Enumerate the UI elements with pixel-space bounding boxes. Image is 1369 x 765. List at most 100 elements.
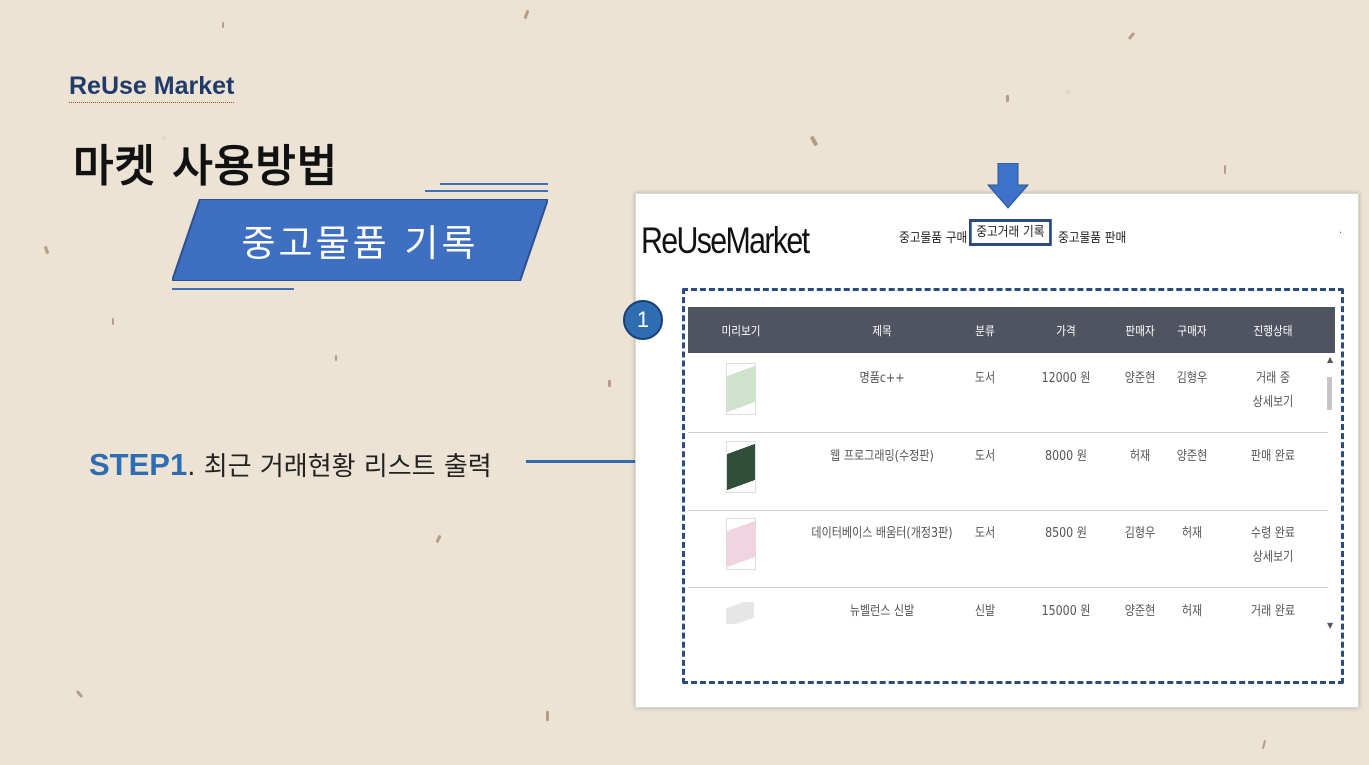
- cell-title[interactable]: 웹 프로그래밍(수정판): [807, 445, 957, 469]
- section-banner: 중고물품 기록: [172, 199, 548, 281]
- page-title: 마켓 사용방법: [73, 141, 339, 192]
- paper-speck: [809, 135, 819, 147]
- cell-seller: 허재: [1111, 445, 1169, 469]
- paper-speck: [1224, 165, 1226, 174]
- cell-title[interactable]: 데이터베이스 배움터(개정3판): [807, 522, 957, 546]
- banner-label: 중고물품 기록: [241, 222, 479, 265]
- status-text: 거래 중: [1255, 371, 1290, 386]
- cell-buyer: 김형우: [1168, 367, 1216, 391]
- deco-line-bottom: [172, 288, 294, 290]
- cell-category: 도서: [955, 367, 1015, 391]
- status-text: 판매 완료: [1250, 449, 1296, 464]
- col-title: 제목: [872, 323, 892, 338]
- scroll-down-icon[interactable]: ▼: [1327, 621, 1333, 630]
- price-text: 12000 원: [1041, 371, 1091, 386]
- paper-speck: [335, 355, 337, 361]
- cell-category: 도서: [955, 445, 1015, 469]
- table-row[interactable]: 웹 프로그래밍(수정판) 도서 8000 원 허재 양준현 판매 완료: [688, 433, 1328, 511]
- col-status: 진행상태: [1253, 323, 1293, 338]
- cell-buyer: 양준현: [1168, 445, 1216, 469]
- step-label: STEP1: [89, 447, 188, 482]
- cell-seller: 양준현: [1111, 367, 1169, 391]
- cell-price: 15000 원: [1032, 600, 1100, 624]
- status-text: 거래 완료: [1250, 604, 1296, 619]
- paper-speck: [1006, 95, 1009, 102]
- buyer-text: 허재: [1181, 604, 1203, 619]
- nav-history[interactable]: 중고거래 기록: [969, 219, 1052, 246]
- cell-price: 8000 원: [1032, 445, 1100, 469]
- thumbnail-image[interactable]: [726, 363, 756, 415]
- app-brand[interactable]: ReUseMarket: [641, 220, 810, 262]
- table-row[interactable]: 뉴벨런스 신발 신발 15000 원 양준현 허재 거래 완료: [688, 588, 1328, 665]
- cell-category: 신발: [955, 600, 1015, 624]
- cell-title[interactable]: 뉴벨런스 신발: [807, 600, 957, 624]
- buyer-text: 김형우: [1176, 371, 1208, 386]
- paper-speck: [608, 380, 611, 387]
- pointer-arrow-icon: [987, 163, 1029, 209]
- cell-status: 거래 중상세보기: [1239, 367, 1307, 415]
- nav-dot: ·: [1339, 228, 1343, 239]
- paper-speck: [546, 711, 549, 721]
- price-text: 15000 원: [1041, 604, 1091, 619]
- thumbnail-image[interactable]: [726, 602, 754, 624]
- category-text: 도서: [974, 526, 996, 541]
- seller-text: 양준현: [1124, 604, 1156, 619]
- paper-speck: [75, 689, 84, 699]
- paper-speck: [1261, 739, 1267, 750]
- paper-speck: [112, 318, 114, 325]
- cell-buyer: 허재: [1168, 600, 1216, 624]
- category-text: 신발: [974, 604, 996, 619]
- paper-speck: [1127, 31, 1136, 41]
- cell-buyer: 허재: [1168, 522, 1216, 546]
- seller-text: 양준현: [1124, 371, 1156, 386]
- status-text: 수령 완료: [1250, 526, 1296, 541]
- scroll-thumb[interactable]: [1327, 377, 1332, 410]
- title-text: 명품c++: [859, 371, 905, 386]
- title-text: 데이터베이스 배움터(개정3판): [811, 526, 953, 541]
- paper-speck: [523, 9, 530, 20]
- step-caption: STEP1. 최근 거래현황 리스트 출력: [89, 446, 492, 483]
- category-text: 도서: [974, 449, 996, 464]
- brand-logo: ReUse Market: [69, 72, 235, 103]
- title-text: 웹 프로그래밍(수정판): [830, 449, 934, 464]
- table-row[interactable]: 명품c++ 도서 12000 원 양준현 김형우 거래 중상세보기: [688, 355, 1328, 433]
- cell-title[interactable]: 명품c++: [807, 367, 957, 391]
- detail-link[interactable]: 상세보기: [1253, 550, 1294, 565]
- col-preview: 미리보기: [721, 323, 761, 338]
- cell-status: 수령 완료상세보기: [1239, 522, 1307, 570]
- cell-status: 판매 완료: [1239, 445, 1307, 469]
- paper-speck: [43, 245, 50, 255]
- price-text: 8500 원: [1045, 526, 1087, 541]
- col-buyer: 구매자: [1177, 323, 1207, 338]
- cell-seller: 양준현: [1111, 600, 1169, 624]
- cell-price: 8500 원: [1032, 522, 1100, 546]
- thumbnail-image[interactable]: [726, 518, 756, 570]
- title-text: 뉴벨런스 신발: [849, 604, 915, 619]
- col-seller: 판매자: [1125, 323, 1155, 338]
- deco-line-top-2: [425, 190, 548, 192]
- cell-category: 도서: [955, 522, 1015, 546]
- cell-status: 거래 완료: [1239, 600, 1307, 624]
- paper-speck: [435, 534, 442, 544]
- buyer-text: 양준현: [1176, 449, 1208, 464]
- step-number-badge: 1: [623, 300, 663, 340]
- nav-sell[interactable]: 중고물품 판매: [1058, 227, 1126, 246]
- col-price: 가격: [1056, 323, 1076, 338]
- seller-text: 김형우: [1124, 526, 1156, 541]
- price-text: 8000 원: [1045, 449, 1087, 464]
- col-category: 분류: [975, 323, 995, 338]
- thumbnail-image[interactable]: [726, 441, 756, 493]
- seller-text: 허재: [1129, 449, 1151, 464]
- scroll-up-icon[interactable]: ▲: [1327, 355, 1333, 364]
- nav-buy[interactable]: 중고물품 구매: [899, 227, 967, 246]
- buyer-text: 허재: [1181, 526, 1203, 541]
- category-text: 도서: [974, 371, 996, 386]
- cell-seller: 김형우: [1111, 522, 1169, 546]
- step-text: . 최근 거래현황 리스트 출력: [187, 452, 492, 482]
- cell-price: 12000 원: [1032, 367, 1100, 391]
- nav-history-label: 중고거래 기록: [969, 219, 1052, 246]
- table-header: 미리보기 제목 분류 가격 판매자 구매자 진행상태: [688, 307, 1335, 353]
- deco-line-top-1: [440, 183, 548, 185]
- table-row[interactable]: 데이터베이스 배움터(개정3판) 도서 8500 원 김형우 허재 수령 완료상세보기: [688, 510, 1328, 588]
- detail-link[interactable]: 상세보기: [1253, 395, 1294, 410]
